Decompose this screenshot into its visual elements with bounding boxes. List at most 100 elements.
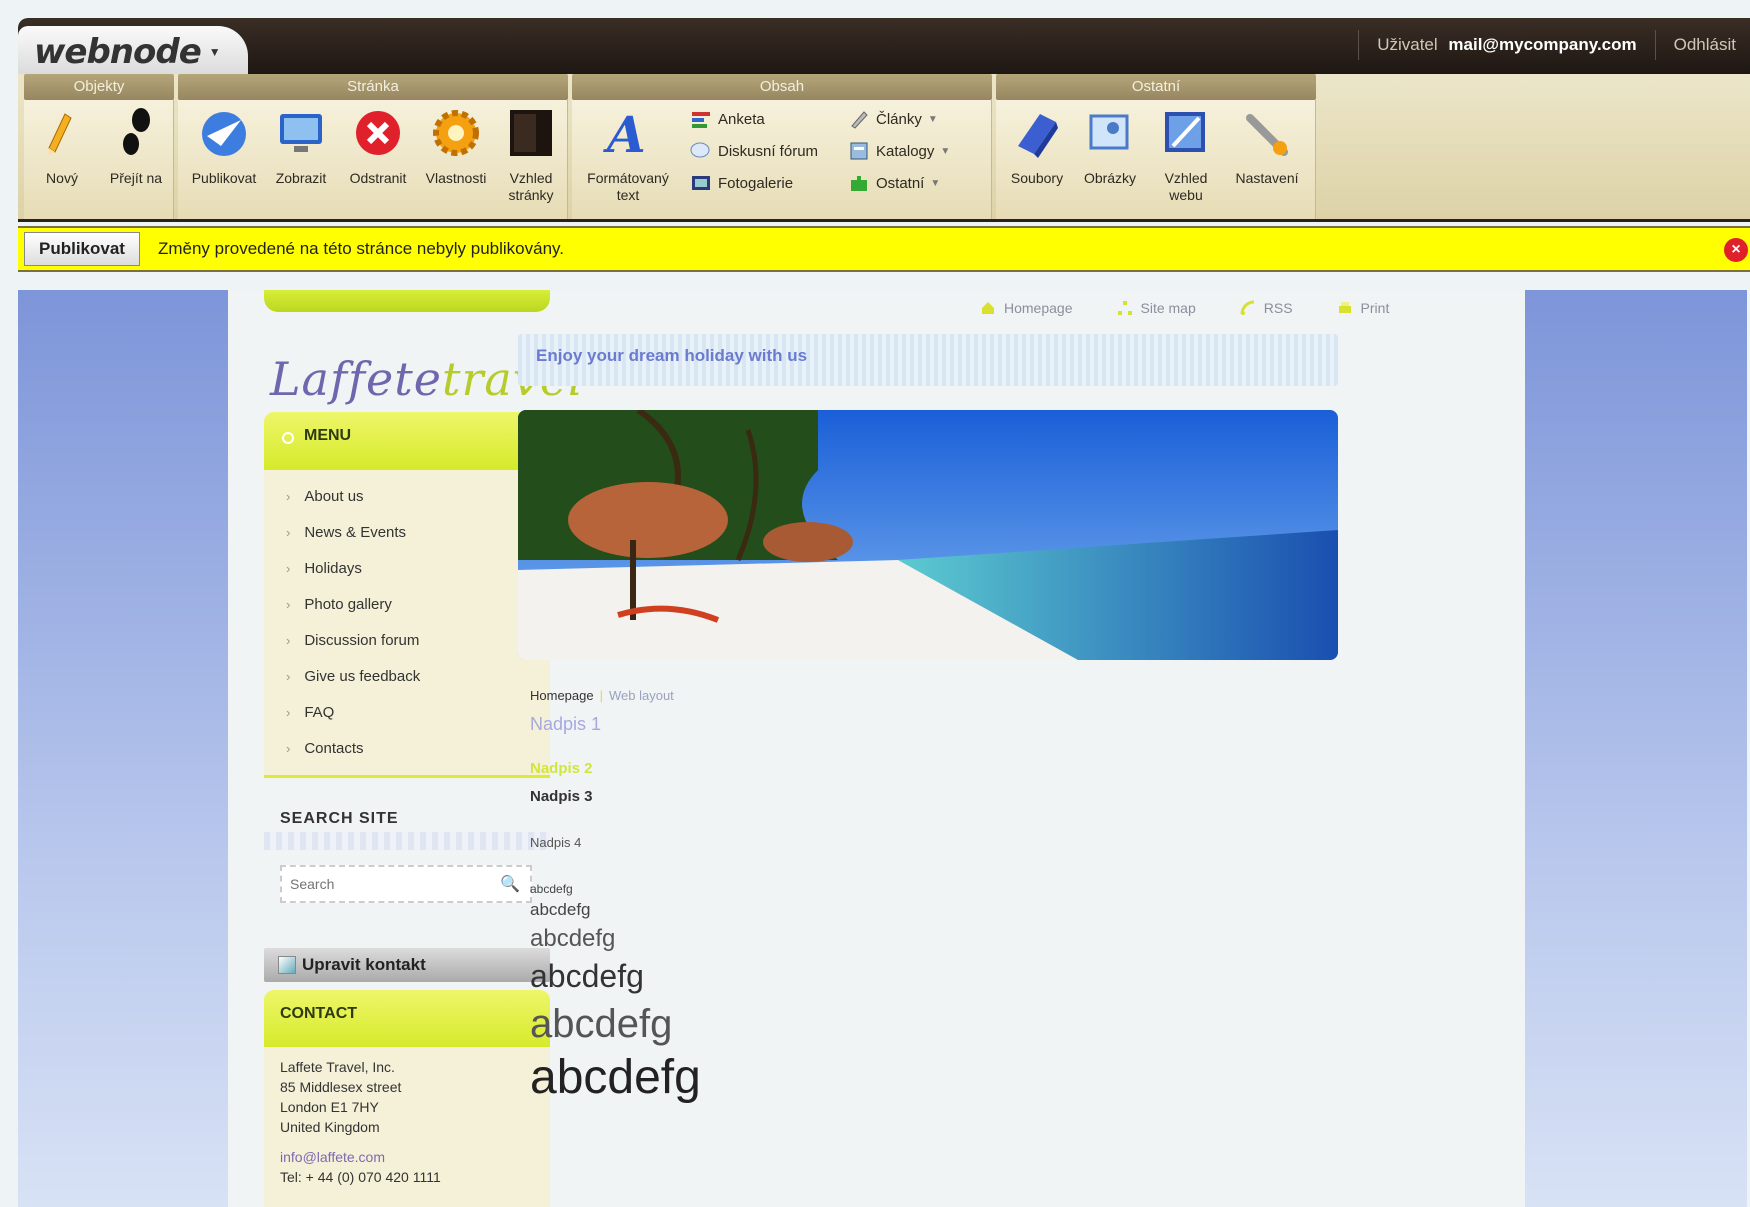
files-button[interactable]: Soubory (1000, 106, 1074, 187)
btn-label: Vzhled stránky (508, 170, 554, 203)
btn-label: Formátovaný text (587, 170, 669, 203)
forum-icon (690, 142, 710, 158)
menu-item-contacts[interactable]: › Contacts (264, 730, 550, 766)
heading-4: Nadpis 4 (530, 835, 582, 850)
link-label: Site map (1140, 300, 1196, 316)
menu-item-label: Contacts (304, 739, 364, 757)
site-logo[interactable]: Laffetetravel (264, 322, 583, 412)
sitemap-icon (1117, 301, 1132, 315)
webnode-logo-menu[interactable]: webnode ▼ (18, 26, 248, 78)
logout-link[interactable]: Odhlásit (1674, 35, 1736, 55)
btn-label: Anketa (718, 110, 765, 128)
editor-ribbon: Objekty Nový Přejít na Stránka Publikova… (18, 74, 1750, 222)
goto-button[interactable]: Přejít na (100, 106, 172, 187)
images-button[interactable]: Obrázky (1074, 106, 1146, 187)
homepage-link[interactable]: Homepage (980, 300, 1073, 316)
sitemap-link[interactable]: Site map (1117, 300, 1196, 316)
properties-button[interactable]: Vlastnosti (418, 106, 494, 187)
chevron-right-icon: › (286, 488, 291, 504)
contact-title: CONTACT (280, 1005, 358, 1022)
ribbon-group-content: Obsah A Formátovaný text Anketa Diskusní… (572, 74, 992, 219)
div (264, 470, 550, 478)
svg-text:A: A (603, 106, 646, 160)
breadcrumb-home[interactable]: Homepage (530, 688, 594, 703)
btn-label: Publikovat (191, 170, 257, 186)
poll-icon (692, 112, 710, 128)
edit-contact-label: Upravit kontakt (302, 955, 426, 974)
text-format-icon: A (603, 105, 646, 164)
print-link[interactable]: Print (1337, 300, 1389, 316)
menu-item-photo-gallery[interactable]: › Photo gallery (264, 586, 550, 622)
rss-link[interactable]: RSS (1240, 300, 1293, 316)
menu-dot-icon (282, 432, 294, 444)
page-layout-button[interactable]: Vzhled stránky (496, 106, 566, 204)
search-input[interactable] (290, 876, 500, 892)
search-field[interactable]: 🔍 (280, 865, 532, 903)
puzzle-icon (851, 176, 867, 191)
view-button[interactable]: Zobrazit (266, 106, 336, 187)
menu-item-forum[interactable]: › Discussion forum (264, 622, 550, 658)
btn-label: Diskusní fórum (718, 142, 819, 160)
contact-tel: Tel: + 44 (0) 070 420 1111 (280, 1169, 441, 1185)
search-title: SEARCH SITE (280, 810, 399, 827)
dropdown-arrow-icon: ▼ (940, 145, 951, 157)
contact-email-link[interactable]: info@laffete.com (280, 1147, 550, 1167)
chevron-right-icon: › (286, 524, 291, 540)
beach-hero-image (518, 410, 1338, 660)
group-title: Objekty (24, 74, 174, 100)
link-label: Homepage (1004, 300, 1073, 316)
heading-3: Nadpis 3 (530, 788, 593, 805)
chevron-right-icon: › (286, 704, 291, 720)
menu-item-label: FAQ (304, 703, 335, 721)
edit-contact-button[interactable]: Upravit kontakt (264, 948, 550, 982)
webnode-logo: webnode (34, 32, 202, 72)
chevron-right-icon: › (286, 632, 291, 648)
btn-label: Články (876, 110, 922, 128)
files-icon (1018, 114, 1058, 158)
new-button[interactable]: Nový (32, 106, 92, 187)
font-sample-5: abcdefg (530, 1002, 673, 1046)
delete-button[interactable]: Odstranit (340, 106, 416, 187)
user-bar: Uživatel mail@mycompany.com Odhlásit (1358, 30, 1736, 60)
publish-ribbon-button[interactable]: Publikovat (186, 106, 262, 187)
contact-line: London E1 7HY (280, 1099, 379, 1115)
photogallery-button[interactable]: Fotogalerie (690, 172, 793, 194)
menu-item-faq[interactable]: › FAQ (264, 694, 550, 730)
chevron-right-icon: › (286, 596, 291, 612)
link-label: RSS (1263, 300, 1293, 316)
menu-item-label: Give us feedback (304, 667, 421, 685)
menu-item-about[interactable]: › About us (264, 478, 550, 514)
articles-button[interactable]: Články ▼ (848, 108, 938, 130)
photogallery-icon (692, 176, 710, 190)
menu-item-feedback[interactable]: › Give us feedback (264, 658, 550, 694)
gbody: Soubory Obrázky Vzhled webu Nastavení (996, 100, 1316, 219)
publish-notification-bar: Publikovat Změny provedené na této strán… (18, 226, 1750, 272)
forum-button[interactable]: Diskusní fórum (690, 140, 818, 162)
poll-button[interactable]: Anketa (690, 108, 765, 130)
user-email: mail@mycompany.com (1448, 35, 1637, 54)
catalogs-button[interactable]: Katalogy ▼ (848, 140, 950, 162)
btn-label: Vlastnosti (425, 170, 487, 186)
close-icon[interactable]: × (1724, 238, 1748, 262)
user-label: Uživatel (1377, 35, 1438, 54)
btn-label: Vzhled webu (1164, 170, 1208, 203)
publish-button[interactable]: Publikovat (24, 232, 140, 266)
gbody: Nový Přejít na (24, 100, 174, 219)
menu-item-holidays[interactable]: › Holidays (264, 550, 550, 586)
web-layout-icon (1165, 112, 1205, 152)
web-layout-button[interactable]: Vzhled webu (1148, 106, 1224, 204)
settings-button[interactable]: Nastavení (1226, 106, 1308, 187)
page-background-right (1525, 290, 1747, 1207)
btn-label: Odstranit (349, 170, 407, 186)
catalogs-icon (850, 142, 868, 160)
btn-label: Nový (46, 170, 78, 186)
gear-icon (433, 110, 479, 156)
formatted-text-button[interactable]: A Formátovaný text (576, 105, 680, 204)
contact-header: CONTACT (264, 990, 550, 1048)
btn-label: Obrázky (1083, 170, 1137, 186)
font-sample-6: abcdefg (530, 1051, 701, 1104)
menu-item-news[interactable]: › News & Events (264, 514, 550, 550)
other-content-button[interactable]: Ostatní ▼ (848, 172, 940, 194)
search-icon[interactable]: 🔍 (500, 874, 520, 894)
website-preview: Laffetetravel MENU › About us › News & Eve… (228, 290, 1525, 1207)
